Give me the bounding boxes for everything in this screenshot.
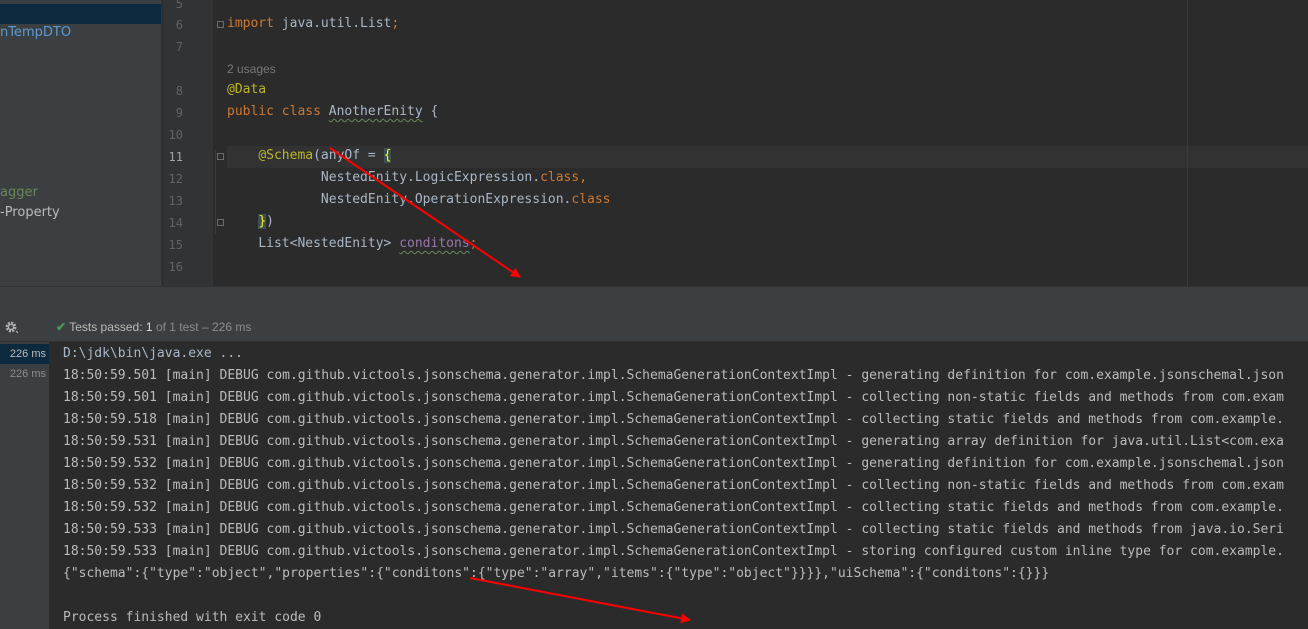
test-row-root[interactable]: 226 ms	[0, 344, 50, 364]
code-editor[interactable]: 5 6 7 8 9 10 11 12 13 14 15 16 import ja…	[163, 0, 1308, 286]
usages-inlay-hint[interactable]: 2 usages	[227, 62, 276, 76]
code-brace-matched: {	[383, 148, 392, 163]
code-punct: ;	[469, 236, 478, 251]
code-line-6: import java.util.List;	[227, 16, 399, 31]
line-number: 6	[175, 18, 183, 32]
console-line: 18:50:59.531 [main] DEBUG com.github.vic…	[63, 434, 1284, 449]
code-keyword: class	[571, 192, 611, 207]
code-brace-matched: }	[258, 214, 267, 229]
console-line: 18:50:59.518 [main] DEBUG com.github.vic…	[63, 412, 1284, 427]
code-line-11: @Schema(anyOf = {	[227, 148, 392, 163]
test-row-child[interactable]: 226 ms	[0, 364, 50, 384]
line-number: 15	[168, 238, 183, 252]
console-line: D:\jdk\bin\java.exe ...	[63, 346, 244, 361]
fold-marker-icon[interactable]	[217, 219, 224, 226]
tree-item-swagger[interactable]: agger	[0, 185, 38, 200]
tree-divider	[161, 0, 162, 286]
line-number: 10	[168, 128, 183, 142]
tree-item-temp-dto[interactable]: nTempDTO	[0, 25, 71, 40]
code-text: java.util.List	[273, 16, 392, 31]
code-field: conditons	[399, 236, 470, 251]
code-keyword: import	[227, 16, 274, 31]
status-label: Tests passed:	[69, 320, 143, 334]
code-keyword: public class	[227, 104, 321, 119]
status-summary: of 1 test – 226 ms	[155, 320, 252, 334]
code-class-name: AnotherEnity	[328, 104, 423, 119]
console-line: 18:50:59.501 [main] DEBUG com.github.vic…	[63, 390, 1284, 405]
test-status: ✔ Tests passed: 1 of 1 test – 226 ms	[56, 320, 251, 334]
code-line-12: NestedEnity.LogicExpression.class,	[227, 170, 587, 185]
code-line-8: @Data	[227, 82, 266, 97]
line-number: 13	[168, 194, 183, 208]
run-tool-header: ✔ Tests passed: 1 of 1 test – 226 ms	[0, 314, 1308, 342]
code-line-15: List<NestedEnity> conditons;	[227, 236, 477, 251]
fold-column	[213, 0, 227, 286]
console-output[interactable]: D:\jdk\bin\java.exe ... 18:50:59.501 [ma…	[51, 342, 1308, 629]
code-annotation: @Data	[227, 82, 267, 97]
line-number: 8	[175, 84, 183, 98]
code-text: NestedEnity.OperationExpression.	[320, 192, 572, 207]
console-line: 18:50:59.501 [main] DEBUG com.github.vic…	[63, 368, 1284, 383]
console-exit-line: Process finished with exit code 0	[63, 610, 322, 625]
line-number: 5	[175, 0, 183, 11]
console-line: 18:50:59.532 [main] DEBUG com.github.vic…	[63, 478, 1284, 493]
project-tree-panel: nTempDTO agger -Property	[0, 0, 162, 286]
line-number: 7	[175, 40, 183, 54]
code-punct: ;	[391, 16, 400, 31]
code-text: NestedEnity.LogicExpression.	[320, 170, 541, 185]
right-margin-guide	[1187, 0, 1188, 286]
indent-guide	[215, 150, 216, 234]
test-results-tree: 226 ms 226 ms	[0, 342, 50, 629]
gear-icon[interactable]	[4, 320, 18, 334]
console-json-output: {"schema":{"type":"object","properties":…	[63, 566, 1050, 581]
code-text: )	[266, 214, 274, 229]
console-line: 18:50:59.533 [main] DEBUG com.github.vic…	[63, 544, 1284, 559]
code-line-9: public class AnotherEnity {	[227, 104, 438, 119]
check-icon: ✔	[56, 320, 67, 334]
line-number: 14	[168, 216, 183, 230]
line-number: 12	[168, 172, 183, 186]
code-line-13: NestedEnity.OperationExpression.class	[227, 192, 611, 207]
test-tree-divider	[49, 342, 50, 629]
console-line: 18:50:59.533 [main] DEBUG com.github.vic…	[63, 522, 1284, 537]
status-count: 1	[145, 320, 153, 334]
panel-splitter[interactable]	[0, 286, 1308, 314]
console-line: 18:50:59.532 [main] DEBUG com.github.vic…	[63, 456, 1284, 471]
code-annotation: @Schema	[258, 148, 314, 163]
tree-selection-highlight[interactable]	[0, 4, 162, 24]
fold-marker-icon[interactable]	[217, 153, 224, 160]
code-text: (anyOf =	[313, 148, 384, 163]
line-number-current: 11	[168, 150, 183, 164]
line-number: 9	[175, 106, 183, 120]
console-line: 18:50:59.532 [main] DEBUG com.github.vic…	[63, 500, 1284, 515]
code-text: {	[422, 104, 439, 119]
code-keyword: class,	[540, 170, 588, 185]
code-text: List<NestedEnity>	[258, 236, 400, 251]
fold-marker-icon[interactable]	[217, 21, 224, 28]
code-line-14: })	[227, 214, 274, 229]
tree-item-property[interactable]: -Property	[0, 205, 60, 220]
line-number: 16	[168, 260, 183, 274]
line-number-gutter: 5 6 7 8 9 10 11 12 13 14 15 16	[163, 0, 213, 286]
